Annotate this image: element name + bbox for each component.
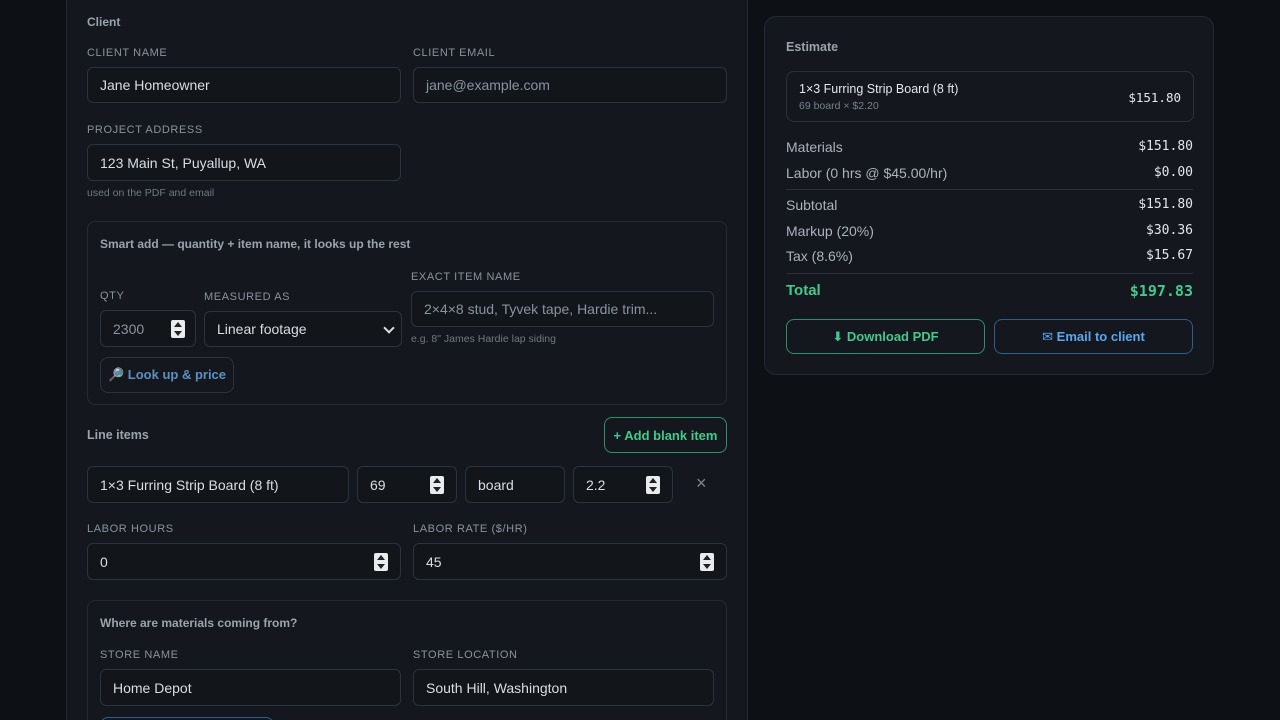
labor-hours-input[interactable]: 0	[87, 543, 401, 580]
client-email-input[interactable]: jane@example.com	[413, 67, 727, 103]
measured-as-value: Linear footage	[217, 321, 307, 337]
client-name-input[interactable]: Jane Homeowner	[87, 67, 401, 103]
estimate-summary-panel: Estimate 1×3 Furring Strip Board (8 ft) …	[764, 16, 1214, 375]
smart-add-title: Smart add — quantity + item name, it loo…	[100, 237, 411, 251]
email-to-client-button[interactable]: ✉ Email to client	[994, 319, 1193, 354]
materials-value: $151.80	[1138, 139, 1193, 154]
line-item-qty-value: 69	[370, 476, 386, 493]
download-pdf-button[interactable]: ⬇ Download PDF	[786, 319, 985, 354]
item-name-label: EXACT ITEM NAME	[411, 271, 521, 283]
line-item-qty-input[interactable]: 69	[357, 466, 457, 503]
store-name-input[interactable]: Home Depot	[100, 669, 401, 706]
subtotal-value: $151.80	[1138, 197, 1193, 212]
labor-rate-value: 45	[426, 553, 442, 570]
labor-row: Labor (0 hrs @ $45.00/hr) $0.00	[786, 165, 1193, 181]
client-name-label: CLIENT NAME	[87, 47, 168, 59]
labor-rate-spinner[interactable]	[700, 553, 714, 571]
estimate-item-amount: $151.80	[1128, 90, 1181, 105]
project-address-hint: used on the PDF and email	[87, 187, 215, 199]
qty-label: QTY	[100, 290, 125, 302]
subtotal-row: Subtotal $151.80	[786, 197, 1193, 213]
add-blank-item-button[interactable]: + Add blank item	[604, 417, 727, 453]
estimate-title: Estimate	[786, 40, 839, 54]
total-value: $197.83	[1129, 282, 1193, 300]
total-label: Total	[786, 282, 821, 299]
line-item-price-value: 2.2	[586, 476, 606, 493]
chevron-down-icon	[383, 322, 395, 334]
materials-source-title: Where are materials coming from?	[100, 616, 298, 630]
labor-value: $0.00	[1153, 165, 1193, 180]
item-name-hint: e.g. 8" James Hardie lap siding	[411, 333, 556, 345]
line-item-name-input[interactable]: 1×3 Furring Strip Board (8 ft)	[87, 466, 349, 503]
divider	[786, 273, 1193, 274]
labor-label: Labor (0 hrs @ $45.00/hr)	[786, 165, 948, 181]
estimate-item-detail: 69 board × $2.20	[799, 100, 879, 112]
markup-label: Markup (20%)	[786, 223, 874, 239]
measured-as-label: MEASURED AS	[204, 291, 291, 303]
store-location-label: STORE LOCATION	[413, 649, 518, 661]
line-item-unit-input[interactable]: board	[465, 466, 565, 503]
subtotal-label: Subtotal	[786, 197, 838, 213]
line-items-title: Line items	[87, 428, 149, 442]
project-address-input[interactable]: 123 Main St, Puyallup, WA	[87, 144, 401, 181]
qty-spinner[interactable]	[171, 320, 185, 338]
labor-rate-input[interactable]: 45	[413, 543, 727, 580]
labor-hours-value: 0	[100, 553, 108, 570]
store-name-label: STORE NAME	[100, 649, 179, 661]
line-item-qty-spinner[interactable]	[430, 476, 444, 494]
markup-row: Markup (20%) $30.36	[786, 223, 1193, 239]
tax-row: Tax (8.6%) $15.67	[786, 248, 1193, 264]
remove-line-item-icon[interactable]: ×	[696, 473, 707, 494]
qty-input[interactable]: 2300	[100, 310, 196, 347]
measured-as-select[interactable]: Linear footage	[204, 311, 402, 347]
estimate-form-panel: Client CLIENT NAME Jane Homeowner CLIENT…	[66, 0, 748, 720]
materials-source-card: Where are materials coming from? STORE N…	[87, 600, 727, 720]
project-address-label: PROJECT ADDRESS	[87, 124, 203, 136]
line-item-price-input[interactable]: 2.2	[573, 466, 673, 503]
total-row: Total $197.83	[786, 282, 1193, 300]
qty-placeholder: 2300	[113, 320, 145, 337]
estimate-item-name: 1×3 Furring Strip Board (8 ft)	[799, 82, 959, 96]
lookup-and-price-button[interactable]: 🔎 Look up & price	[100, 357, 234, 393]
lookup-button-label: 🔎 Look up & price	[107, 367, 227, 382]
item-name-input[interactable]: 2×4×8 stud, Tyvek tape, Hardie trim...	[411, 291, 714, 327]
client-section-title: Client	[87, 15, 121, 29]
labor-rate-label: LABOR RATE ($/HR)	[413, 523, 528, 535]
line-item-price-spinner[interactable]	[646, 476, 660, 494]
materials-label: Materials	[786, 139, 843, 155]
smart-add-card: Smart add — quantity + item name, it loo…	[87, 221, 727, 405]
labor-hours-label: LABOR HOURS	[87, 523, 174, 535]
tax-label: Tax (8.6%)	[786, 248, 853, 264]
labor-hours-spinner[interactable]	[374, 553, 388, 571]
estimate-line-item: 1×3 Furring Strip Board (8 ft) 69 board …	[786, 71, 1194, 122]
materials-row: Materials $151.80	[786, 139, 1193, 155]
client-email-label: CLIENT EMAIL	[413, 47, 496, 59]
tax-value: $15.67	[1146, 248, 1193, 263]
markup-value: $30.36	[1146, 223, 1193, 238]
store-location-input[interactable]: South Hill, Washington	[413, 669, 714, 706]
divider	[786, 189, 1193, 190]
